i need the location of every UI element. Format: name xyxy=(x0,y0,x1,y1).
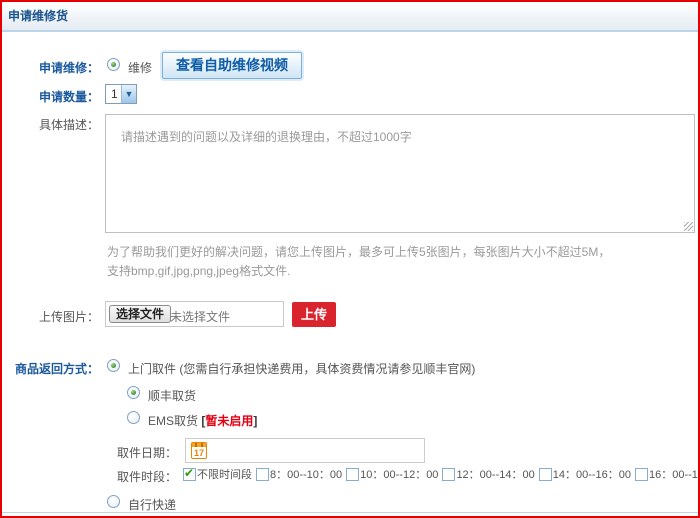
description-placeholder: 请描述遇到的问题以及详细的退换理由，不超过1000字 xyxy=(121,128,412,145)
checkbox-icon[interactable] xyxy=(346,468,359,481)
chevron-down-icon[interactable]: ▼ xyxy=(121,85,136,103)
pickup-time-option[interactable]: 8：00--10：00 xyxy=(256,466,342,482)
page-title: 申请维修货 xyxy=(8,2,68,30)
door-pickup-label: 上门取件 xyxy=(128,362,176,376)
return-method-label: 商品返回方式： xyxy=(2,360,99,377)
pickup-time-option[interactable]: 16：00--18：00 xyxy=(635,466,700,482)
upload-hint-line1: 为了帮助我们更好的解决问题，请您上传图片，最多可上传5张图片，每张图片大小不超过… xyxy=(107,243,610,262)
upload-label: 上传图片： xyxy=(2,308,99,325)
repair-type-label: 申请维修： xyxy=(2,59,99,76)
pickup-time-option-label: 12：00--14：00 xyxy=(456,466,534,482)
ems-pickup-label: EMS取货 xyxy=(148,414,198,428)
pickup-time-option-label: 8：00--10：00 xyxy=(270,466,342,482)
checkbox-icon[interactable] xyxy=(539,468,552,481)
door-pickup-option[interactable]: 上门取件 (您需自行承担快递费用，具体资费情况请参见顺丰官网) xyxy=(128,360,475,377)
ems-pickup-radio[interactable] xyxy=(127,411,140,424)
view-self-repair-video-button[interactable]: 查看自助维修视频 xyxy=(162,52,302,79)
upload-hint: 为了帮助我们更好的解决问题，请您上传图片，最多可上传5张图片，每张图片大小不超过… xyxy=(107,243,610,281)
ems-status-bracket-close: ] xyxy=(253,414,257,428)
resize-grip-icon[interactable] xyxy=(684,222,693,231)
pickup-date-label: 取件日期： xyxy=(117,444,177,461)
door-pickup-note: (您需自行承担快递费用，具体资费情况请参见顺丰官网) xyxy=(179,362,475,376)
repair-request-panel: 申请维修货 申请维修： 维修 查看自助维修视频 申请数量： 1 ▼ 具体描述： … xyxy=(0,0,700,518)
pickup-time-option-label: 10：00--12：00 xyxy=(360,466,438,482)
pickup-time-option-label: 16：00--18：00 xyxy=(649,466,700,482)
quantity-label: 申请数量： xyxy=(2,88,99,105)
self-ship-radio[interactable] xyxy=(107,495,120,508)
pickup-time-option-label: 14：00--16：00 xyxy=(553,466,631,482)
quantity-select[interactable]: 1 ▼ xyxy=(105,84,137,104)
choose-file-button[interactable]: 选择文件 xyxy=(109,305,171,323)
pickup-time-option[interactable]: 12：00--14：00 xyxy=(442,466,534,482)
ems-pickup-option[interactable]: EMS取货 [暂未启用] xyxy=(148,412,257,429)
upload-button[interactable]: 上传 xyxy=(292,302,336,327)
pickup-time-options: 不限时间段 8：00--10：00 10：00--12：00 12：00--14：00… xyxy=(183,466,700,482)
checkbox-icon[interactable] xyxy=(635,468,648,481)
file-input[interactable]: 选择文件 未选择文件 xyxy=(105,301,284,327)
repair-radio-label[interactable]: 维修 xyxy=(128,59,152,76)
door-pickup-radio[interactable] xyxy=(107,359,120,372)
bottom-divider xyxy=(2,512,698,513)
self-ship-label[interactable]: 自行快递 xyxy=(128,496,176,513)
pickup-time-option-label: 不限时间段 xyxy=(197,466,252,482)
no-file-selected-text: 未选择文件 xyxy=(170,308,230,325)
pickup-time-option[interactable]: 不限时间段 xyxy=(183,466,252,482)
repair-radio[interactable] xyxy=(107,58,120,71)
calendar-icon[interactable]: 17 xyxy=(191,442,207,459)
sf-pickup-radio[interactable] xyxy=(127,386,140,399)
pickup-date-input[interactable]: 17 xyxy=(185,438,425,463)
pickup-time-option[interactable]: 14：00--16：00 xyxy=(539,466,631,482)
quantity-value: 1 xyxy=(106,87,121,101)
description-textarea[interactable]: 请描述遇到的问题以及详细的退换理由，不超过1000字 xyxy=(105,114,695,233)
ems-status-text: 暂未启用 xyxy=(205,414,253,428)
checkbox-icon[interactable] xyxy=(442,468,455,481)
upload-hint-line2: 支持bmp,gif,jpg,png,jpeg格式文件. xyxy=(107,262,610,281)
pickup-time-option[interactable]: 10：00--12：00 xyxy=(346,466,438,482)
description-label: 具体描述： xyxy=(2,116,99,133)
checkbox-icon[interactable] xyxy=(256,468,269,481)
pickup-time-label: 取件时段： xyxy=(117,468,177,485)
checkbox-checked-icon[interactable] xyxy=(183,468,196,481)
calendar-icon-top xyxy=(192,443,206,447)
calendar-icon-day: 17 xyxy=(192,448,206,458)
panel-header: 申请维修货 xyxy=(2,2,698,32)
sf-pickup-label[interactable]: 顺丰取货 xyxy=(148,387,196,404)
